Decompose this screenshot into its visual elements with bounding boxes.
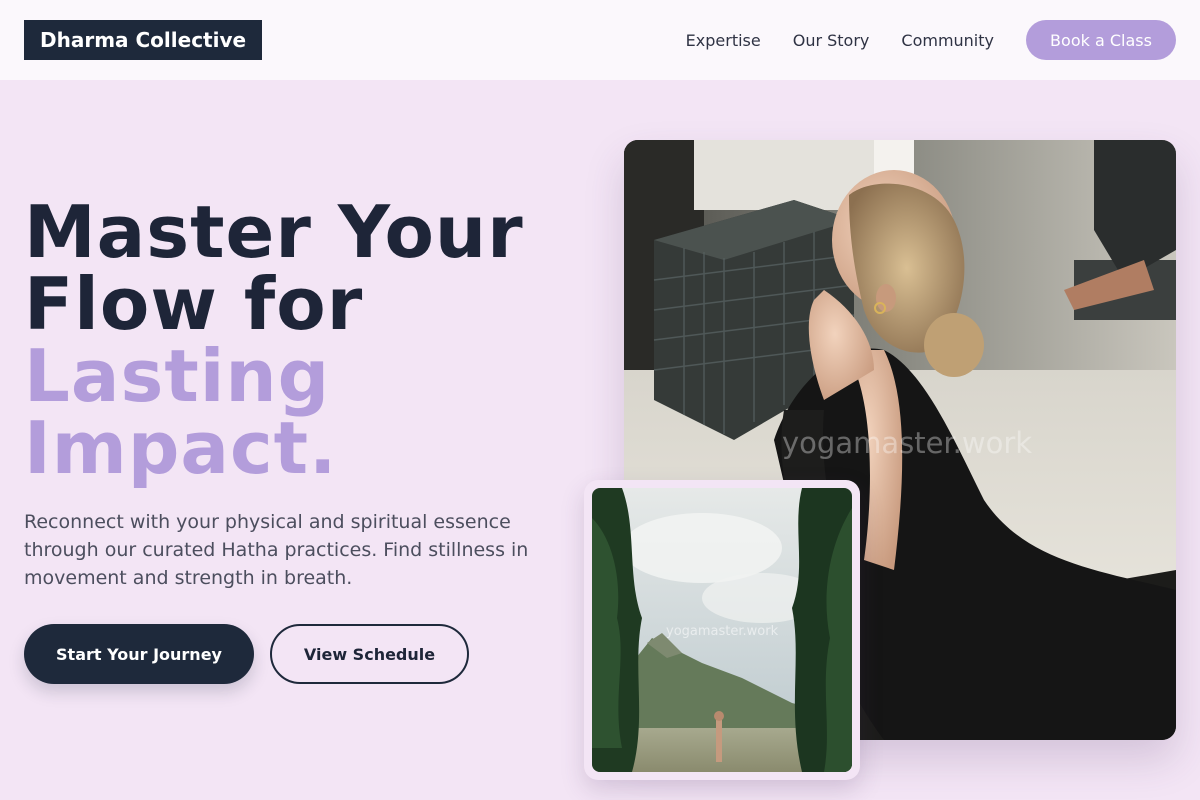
hero-title-accent-line-1: Lasting (24, 334, 331, 418)
hero-title: Master Your Flow for Lasting Impact. (24, 196, 524, 484)
brand-logo[interactable]: Dharma Collective (24, 20, 263, 60)
hero-title-accent-line-2: Impact. (24, 406, 338, 490)
hero-title-line-2: Flow for (24, 262, 364, 346)
main-photo-watermark: yogamaster.work (782, 426, 1033, 460)
main-nav: Expertise Our Story Community Book a Cla… (686, 20, 1176, 60)
inset-photo-card: yogamaster.work (584, 480, 860, 780)
hero-description: Reconnect with your physical and spiritu… (24, 511, 529, 589)
hero-title-line-1: Master Your (24, 190, 524, 274)
nav-link-our-story[interactable]: Our Story (793, 31, 870, 50)
nav-link-expertise[interactable]: Expertise (686, 31, 761, 50)
start-journey-button[interactable]: Start Your Journey (24, 624, 254, 684)
site-header: Dharma Collective Expertise Our Story Co… (0, 0, 1200, 80)
inset-photo-watermark: yogamaster.work (666, 624, 779, 639)
nav-link-community[interactable]: Community (901, 31, 994, 50)
view-schedule-button[interactable]: View Schedule (270, 624, 469, 684)
book-class-button[interactable]: Book a Class (1026, 20, 1176, 60)
inset-photo: yogamaster.work (592, 488, 852, 772)
